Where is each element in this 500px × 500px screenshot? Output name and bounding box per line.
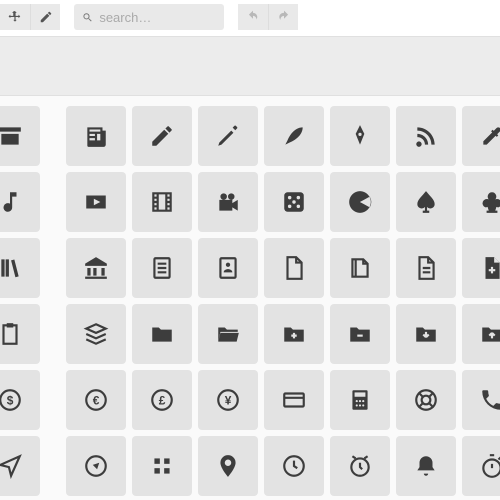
film-icon[interactable]: [132, 172, 192, 232]
fountain-pen-icon[interactable]: [330, 106, 390, 166]
pencil-icon[interactable]: [132, 106, 192, 166]
credit-card-icon[interactable]: [264, 370, 324, 430]
tool-group-history: [238, 4, 298, 30]
yen-circle-icon[interactable]: ¥: [198, 370, 258, 430]
pound-circle-icon[interactable]: £: [132, 370, 192, 430]
file-icon[interactable]: [264, 238, 324, 298]
grid-small-icon[interactable]: [132, 436, 192, 496]
dollar-circle-icon[interactable]: $: [0, 370, 40, 430]
redo-button[interactable]: [268, 4, 298, 30]
clock-icon[interactable]: [264, 436, 324, 496]
dice-icon[interactable]: [264, 172, 324, 232]
icon-grid: $ € £ ¥: [0, 96, 500, 500]
youtube-play-icon[interactable]: [66, 172, 126, 232]
folder-minus-icon[interactable]: [330, 304, 390, 364]
stack-icon[interactable]: [66, 304, 126, 364]
undo-icon: [246, 10, 260, 24]
folder-open-icon[interactable]: [198, 304, 258, 364]
alarm-icon[interactable]: [330, 436, 390, 496]
pin-icon[interactable]: [198, 436, 258, 496]
pencil-icon: [39, 10, 53, 24]
books-icon[interactable]: [0, 238, 40, 298]
pacman-icon[interactable]: [330, 172, 390, 232]
tool-group-edit: [0, 4, 60, 30]
move-tool-button[interactable]: [0, 4, 30, 30]
move-icon: [8, 10, 22, 24]
phone-icon[interactable]: [462, 370, 500, 430]
club-icon[interactable]: [462, 172, 500, 232]
edit-tool-button[interactable]: [30, 4, 60, 30]
svg-text:$: $: [7, 393, 14, 407]
undo-button[interactable]: [238, 4, 268, 30]
folder-icon[interactable]: [132, 304, 192, 364]
folder-download-icon[interactable]: [396, 304, 456, 364]
svg-text:€: €: [93, 393, 100, 407]
feather-icon[interactable]: [264, 106, 324, 166]
shop-icon[interactable]: [0, 106, 40, 166]
svg-text:¥: ¥: [225, 393, 232, 407]
pen-icon[interactable]: [198, 106, 258, 166]
document-lines-icon[interactable]: [132, 238, 192, 298]
files-icon[interactable]: [330, 238, 390, 298]
euro-circle-icon[interactable]: €: [66, 370, 126, 430]
stopwatch-icon[interactable]: [462, 436, 500, 496]
search-input[interactable]: [99, 10, 216, 25]
spade-icon[interactable]: [396, 172, 456, 232]
svg-text:£: £: [159, 393, 166, 407]
eyedropper-icon[interactable]: [462, 106, 500, 166]
toolbar: [0, 0, 500, 36]
bell-icon[interactable]: [396, 436, 456, 496]
file-plus-icon[interactable]: [462, 238, 500, 298]
category-header: [0, 36, 500, 96]
video-camera-icon[interactable]: [198, 172, 258, 232]
compass-icon[interactable]: [66, 436, 126, 496]
calculator-icon[interactable]: [330, 370, 390, 430]
rss-icon[interactable]: [396, 106, 456, 166]
folder-plus-icon[interactable]: [264, 304, 324, 364]
redo-icon: [277, 10, 291, 24]
profile-document-icon[interactable]: [198, 238, 258, 298]
search-box[interactable]: [74, 4, 224, 30]
bank-icon[interactable]: [66, 238, 126, 298]
search-icon: [82, 11, 93, 24]
file-text-icon[interactable]: [396, 238, 456, 298]
folder-upload-icon[interactable]: [462, 304, 500, 364]
lifebuoy-icon[interactable]: [396, 370, 456, 430]
clipboard-icon[interactable]: [0, 304, 40, 364]
music-note-icon[interactable]: [0, 172, 40, 232]
location-arrow-icon[interactable]: [0, 436, 40, 496]
newspaper-icon[interactable]: [66, 106, 126, 166]
